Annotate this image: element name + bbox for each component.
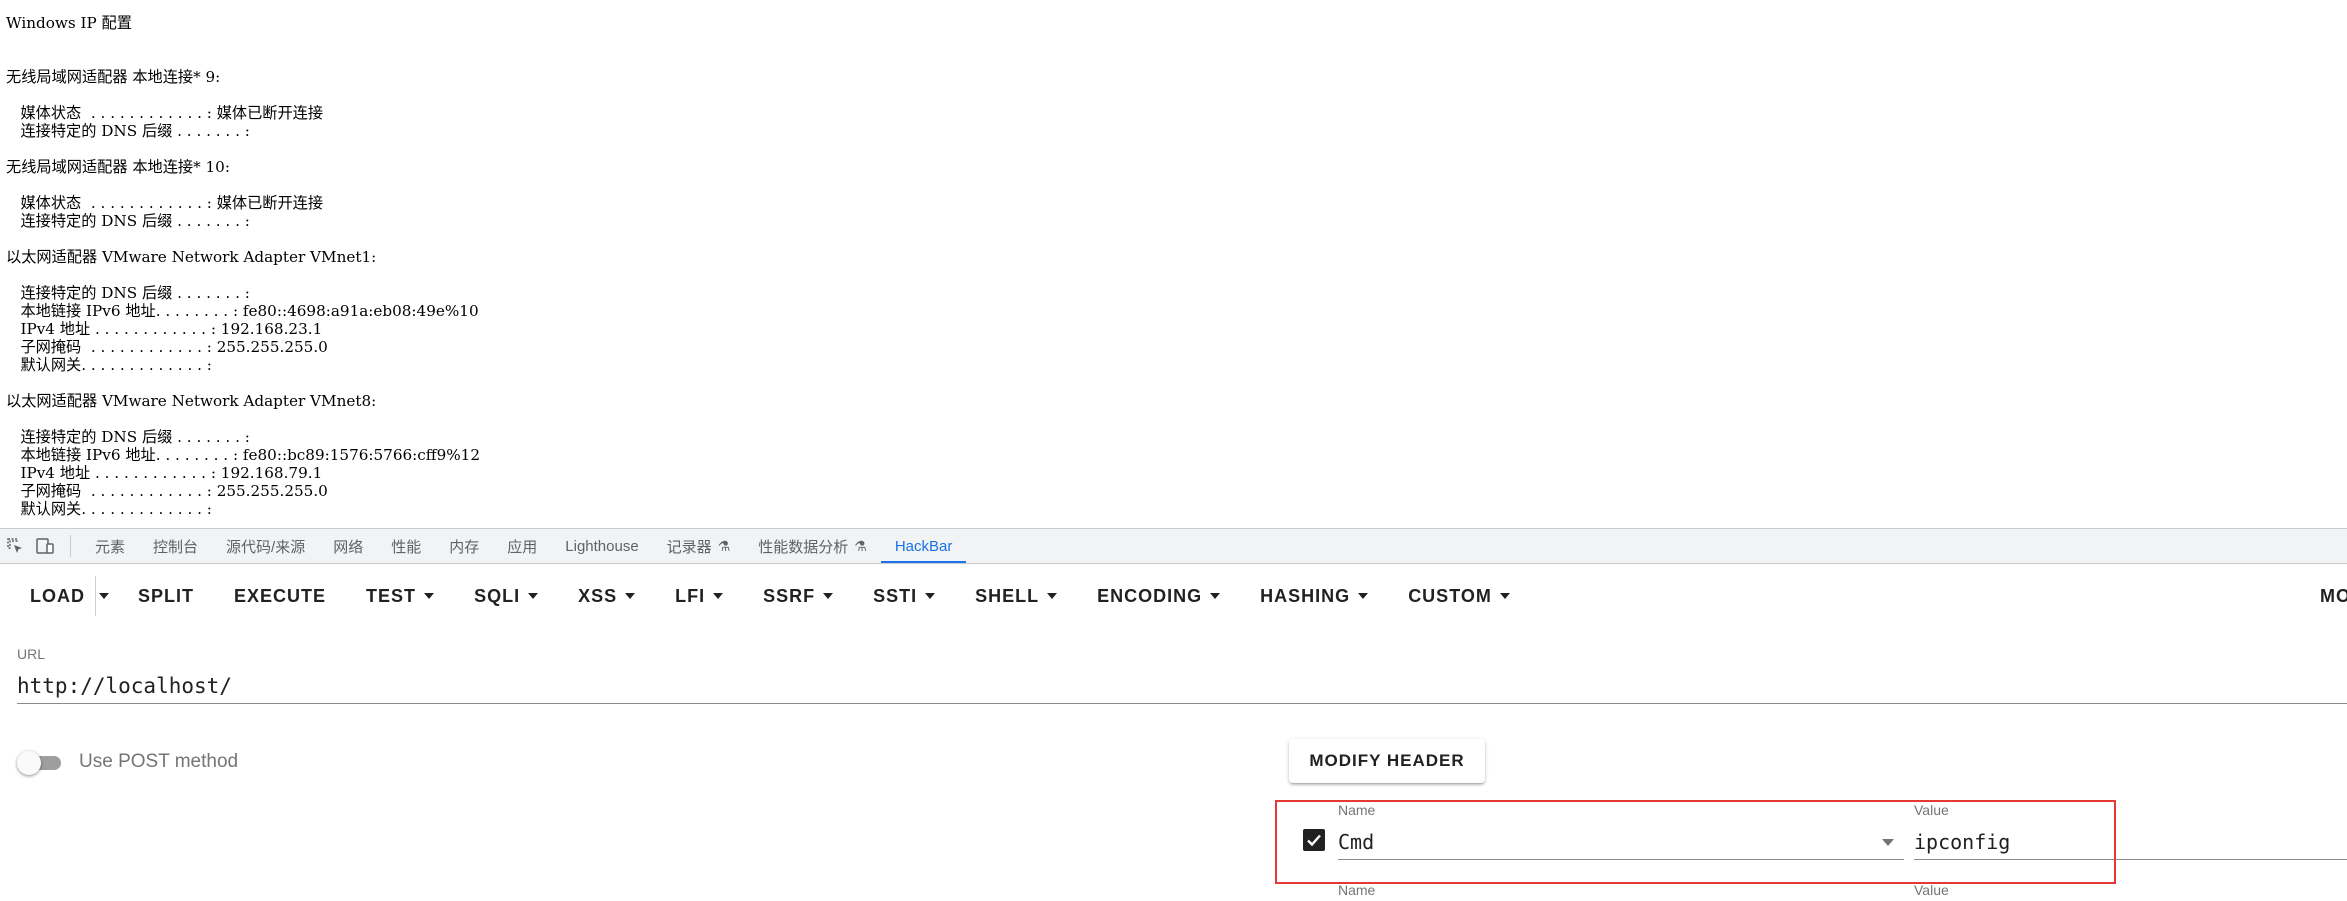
ssrf-menu[interactable]: SSRF <box>743 576 853 616</box>
device-toolbar-icon[interactable] <box>30 529 60 563</box>
checkmark-icon <box>1307 834 1321 847</box>
xss-menu[interactable]: XSS <box>558 576 655 616</box>
hashing-menu[interactable]: HASHING <box>1240 576 1388 616</box>
tab-memory[interactable]: 内存 <box>435 529 493 563</box>
tab-hackbar[interactable]: HackBar <box>880 529 967 563</box>
chevron-down-icon <box>1210 593 1221 599</box>
chevron-down-icon <box>528 593 539 599</box>
post-method-label: Use POST method <box>79 751 239 772</box>
chevron-down-icon <box>1499 593 1510 599</box>
chevron-down-icon <box>1882 839 1894 846</box>
sqli-menu[interactable]: SQLI <box>454 576 558 616</box>
hackbar-toolbar: LOAD SPLIT EXECUTE TEST SQLI XSS LFI SSR… <box>0 564 2347 628</box>
ssti-menu[interactable]: SSTI <box>853 576 955 616</box>
chevron-down-icon <box>424 593 435 599</box>
post-method-toggle[interactable] <box>17 750 65 775</box>
page-output: Windows IP 配置 无线局域网适配器 本地连接* 9: 媒体状态 . .… <box>0 0 2347 528</box>
header-value-label: Value <box>1914 802 1949 818</box>
tab-performance[interactable]: 性能 <box>377 529 435 563</box>
header-name-value: Cmd <box>1338 830 1375 854</box>
encoding-menu[interactable]: ENCODING <box>1077 576 1240 616</box>
hackbar-panel: LOAD SPLIT EXECUTE TEST SQLI XSS LFI SSR… <box>0 564 2347 901</box>
toolbar-divider <box>70 535 71 557</box>
chevron-down-icon <box>713 593 724 599</box>
tab-elements[interactable]: 元素 <box>81 529 139 563</box>
header-value-label: Value <box>1914 882 1949 898</box>
tab-console[interactable]: 控制台 <box>139 529 212 563</box>
devtools-tab-bar: 元素 控制台 源代码/来源 网络 性能 内存 应用 Lighthouse 记录器… <box>0 528 2347 564</box>
ipconfig-output-text: Windows IP 配置 无线局域网适配器 本地连接* 9: 媒体状态 . .… <box>6 14 481 518</box>
load-button[interactable]: LOAD <box>10 576 95 616</box>
tab-sources[interactable]: 源代码/来源 <box>212 529 319 563</box>
modify-header-button[interactable]: MODIFY HEADER <box>1289 739 1485 783</box>
chevron-down-icon <box>99 593 109 599</box>
tab-performance-insights[interactable]: 性能数据分析 ⚗ <box>744 529 881 563</box>
load-options-dropdown[interactable] <box>95 576 112 616</box>
url-input[interactable] <box>17 668 2347 704</box>
execute-button[interactable]: EXECUTE <box>214 576 346 616</box>
chevron-down-icon <box>925 593 936 599</box>
flask-icon: ⚗ <box>717 537 731 554</box>
tab-recorder[interactable]: 记录器 ⚗ <box>653 529 745 563</box>
test-menu[interactable]: TEST <box>346 576 454 616</box>
tab-application[interactable]: 应用 <box>493 529 551 563</box>
chevron-down-icon <box>1047 593 1058 599</box>
header-name-label: Name <box>1338 882 1376 898</box>
inspect-element-icon[interactable] <box>0 529 30 563</box>
toggle-thumb <box>17 751 41 775</box>
header-name-label: Name <box>1338 802 1376 818</box>
tab-lighthouse[interactable]: Lighthouse <box>551 529 652 563</box>
tab-network[interactable]: 网络 <box>319 529 377 563</box>
custom-menu[interactable]: CUSTOM <box>1388 576 1530 616</box>
chevron-down-icon <box>625 593 636 599</box>
chevron-down-icon <box>1358 593 1369 599</box>
header-enabled-checkbox[interactable] <box>1303 829 1325 851</box>
url-label: URL <box>17 646 46 662</box>
shell-menu[interactable]: SHELL <box>955 576 1077 616</box>
split-button[interactable]: SPLIT <box>118 576 214 616</box>
flask-icon: ⚗ <box>854 537 867 554</box>
lfi-menu[interactable]: LFI <box>655 576 743 616</box>
header-value-input[interactable] <box>1914 824 2347 860</box>
header-name-select[interactable]: Cmd <box>1338 824 1904 860</box>
chevron-down-icon <box>823 593 834 599</box>
more-menu[interactable]: MO <box>2320 576 2347 616</box>
